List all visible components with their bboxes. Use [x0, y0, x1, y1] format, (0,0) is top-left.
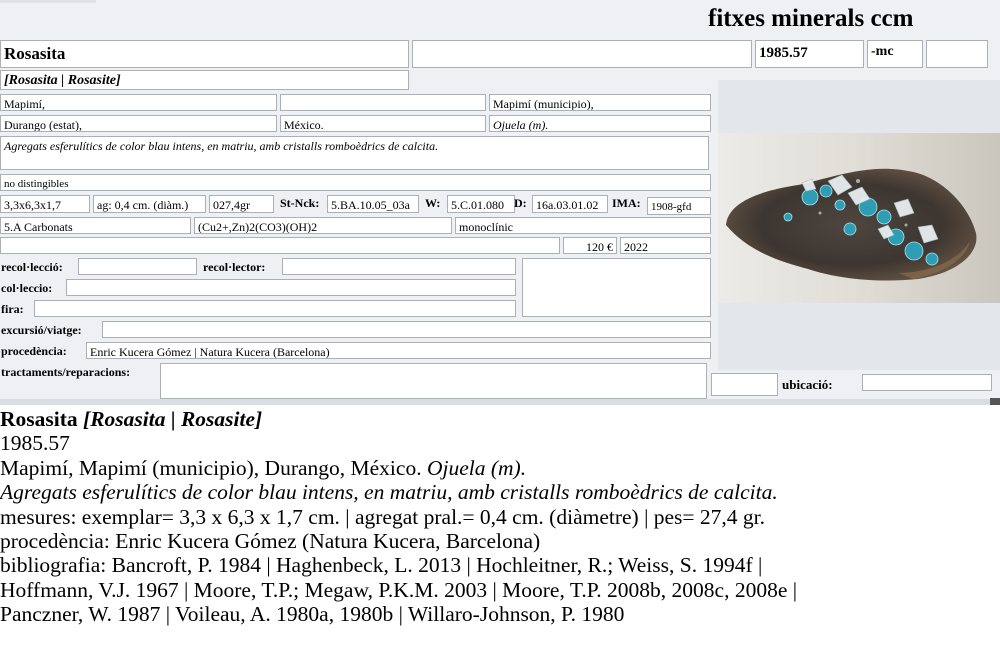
- location-field[interactable]: [862, 374, 992, 391]
- locality-field[interactable]: Mapimí,: [0, 94, 277, 111]
- ima-field[interactable]: 1908-gfd: [647, 197, 711, 215]
- catalog-number-field[interactable]: 1985.57: [755, 40, 864, 68]
- record-summary: Rosasita [Rosasita | Rosasite] 1985.57 M…: [0, 407, 1000, 627]
- summary-locality-mine: Ojuela (m).: [426, 455, 527, 480]
- summary-bibliography-line-3: Panczner, W. 1987 | Voileau, A. 1980a, 1…: [0, 602, 625, 627]
- state-field[interactable]: Durango (estat),: [0, 115, 277, 132]
- d-field[interactable]: 16a.03.01.02: [532, 195, 608, 213]
- price-field[interactable]: 120 €: [563, 237, 617, 254]
- notes-box[interactable]: [522, 258, 711, 317]
- weight-field[interactable]: 027,4gr: [209, 195, 274, 213]
- summary-variants: [Rosasita | Rosasite]: [83, 407, 263, 431]
- municipality-field[interactable]: Mapimí (municipio),: [489, 94, 711, 111]
- name-extra-field[interactable]: [412, 40, 752, 68]
- country-field[interactable]: México.: [280, 115, 486, 132]
- description-field[interactable]: Agregats esferulítics de color blau inte…: [0, 136, 709, 170]
- form-bottom-strip: [0, 399, 1000, 405]
- class-field[interactable]: 5.A Carbonats: [0, 217, 191, 234]
- summary-locality: Mapimí, Mapimí (municipio), Durango, Méx…: [0, 456, 1000, 480]
- provenance-label: procedència:: [1, 344, 67, 358]
- w-label: W:: [425, 196, 441, 210]
- summary-locality-plain: Mapimí, Mapimí (municipio), Durango, Méx…: [0, 455, 422, 480]
- summary-bibliography-line-1: bibliografia: Bancroft, P. 1984 | Haghen…: [0, 553, 763, 578]
- mine-field[interactable]: Ojuela (m).: [489, 115, 711, 132]
- locality-extra-field[interactable]: [280, 94, 486, 111]
- collector-field[interactable]: [282, 258, 516, 275]
- summary-provenance: procedència: Enric Kucera Gómez (Natura …: [0, 529, 541, 554]
- mineral-record-form: fitxes minerals ccm Rosasita 1985.57 -mc…: [0, 0, 1000, 405]
- name-variants-field[interactable]: [Rosasita | Rosasite]: [0, 70, 409, 90]
- app-title: fitxes minerals ccm: [708, 5, 914, 32]
- provenance-field[interactable]: Enric Kucera Gómez | Natura Kucera (Barc…: [86, 342, 711, 359]
- mineral-photo-icon: [718, 133, 1000, 303]
- strunz-field[interactable]: 5.BA.10.05_03a: [327, 195, 419, 213]
- summary-measures: mesures: exemplar= 3,3 x 6,3 x 1,7 cm. |…: [0, 504, 766, 529]
- fira-field[interactable]: [34, 300, 516, 317]
- ima-label: IMA:: [612, 196, 641, 210]
- notes-field[interactable]: [0, 237, 560, 254]
- w-field[interactable]: 5.C.01.080: [447, 195, 515, 213]
- catalog-suffix-field[interactable]: -mc: [867, 40, 923, 68]
- scrollbar-handle[interactable]: [990, 398, 1000, 405]
- location-extra-field[interactable]: [711, 373, 778, 396]
- colleccio-label: col·leccio:: [1, 281, 53, 295]
- treatments-label: tractaments/reparacions:: [1, 365, 131, 379]
- dimensions-field[interactable]: 3,3x6,3x1,7: [0, 195, 90, 213]
- summary-description: Agregats esferulítics de color blau inte…: [0, 480, 778, 505]
- collection-label: recol·lecció:: [1, 260, 63, 274]
- d-label: D:: [514, 196, 527, 210]
- name-field[interactable]: Rosasita: [0, 40, 409, 68]
- location-label: ubicació:: [782, 377, 833, 392]
- distinguishable-field[interactable]: no distingibles: [0, 174, 711, 191]
- strunz-label: St-Nck:: [280, 196, 320, 210]
- catalog-extra-field[interactable]: [926, 40, 988, 68]
- aggregate-field[interactable]: ag: 0,4 cm. (diàm.): [93, 195, 206, 213]
- summary-title: Rosasita [Rosasita | Rosasite]: [0, 407, 1000, 431]
- summary-name: Rosasita: [0, 407, 78, 431]
- crystal-system-field[interactable]: monoclínic: [455, 217, 711, 234]
- window-top-bar: [0, 0, 96, 3]
- summary-bibliography-line-2: Hoffmann, V.J. 1967 | Moore, T.P.; Megaw…: [0, 577, 798, 602]
- year-field[interactable]: 2022: [620, 237, 711, 254]
- treatments-field[interactable]: [160, 363, 707, 399]
- collection-field[interactable]: [78, 258, 197, 275]
- formula-field[interactable]: (Cu2+,Zn)2(CO3)(OH)2: [194, 217, 452, 234]
- collector-label: recol·lector:: [203, 260, 266, 274]
- excursion-field[interactable]: [102, 321, 711, 338]
- summary-catalog: 1985.57: [0, 431, 70, 456]
- excursion-label: excursió/viatge:: [1, 323, 82, 337]
- colleccio-field[interactable]: [66, 279, 516, 296]
- fira-label: fira:: [1, 302, 24, 316]
